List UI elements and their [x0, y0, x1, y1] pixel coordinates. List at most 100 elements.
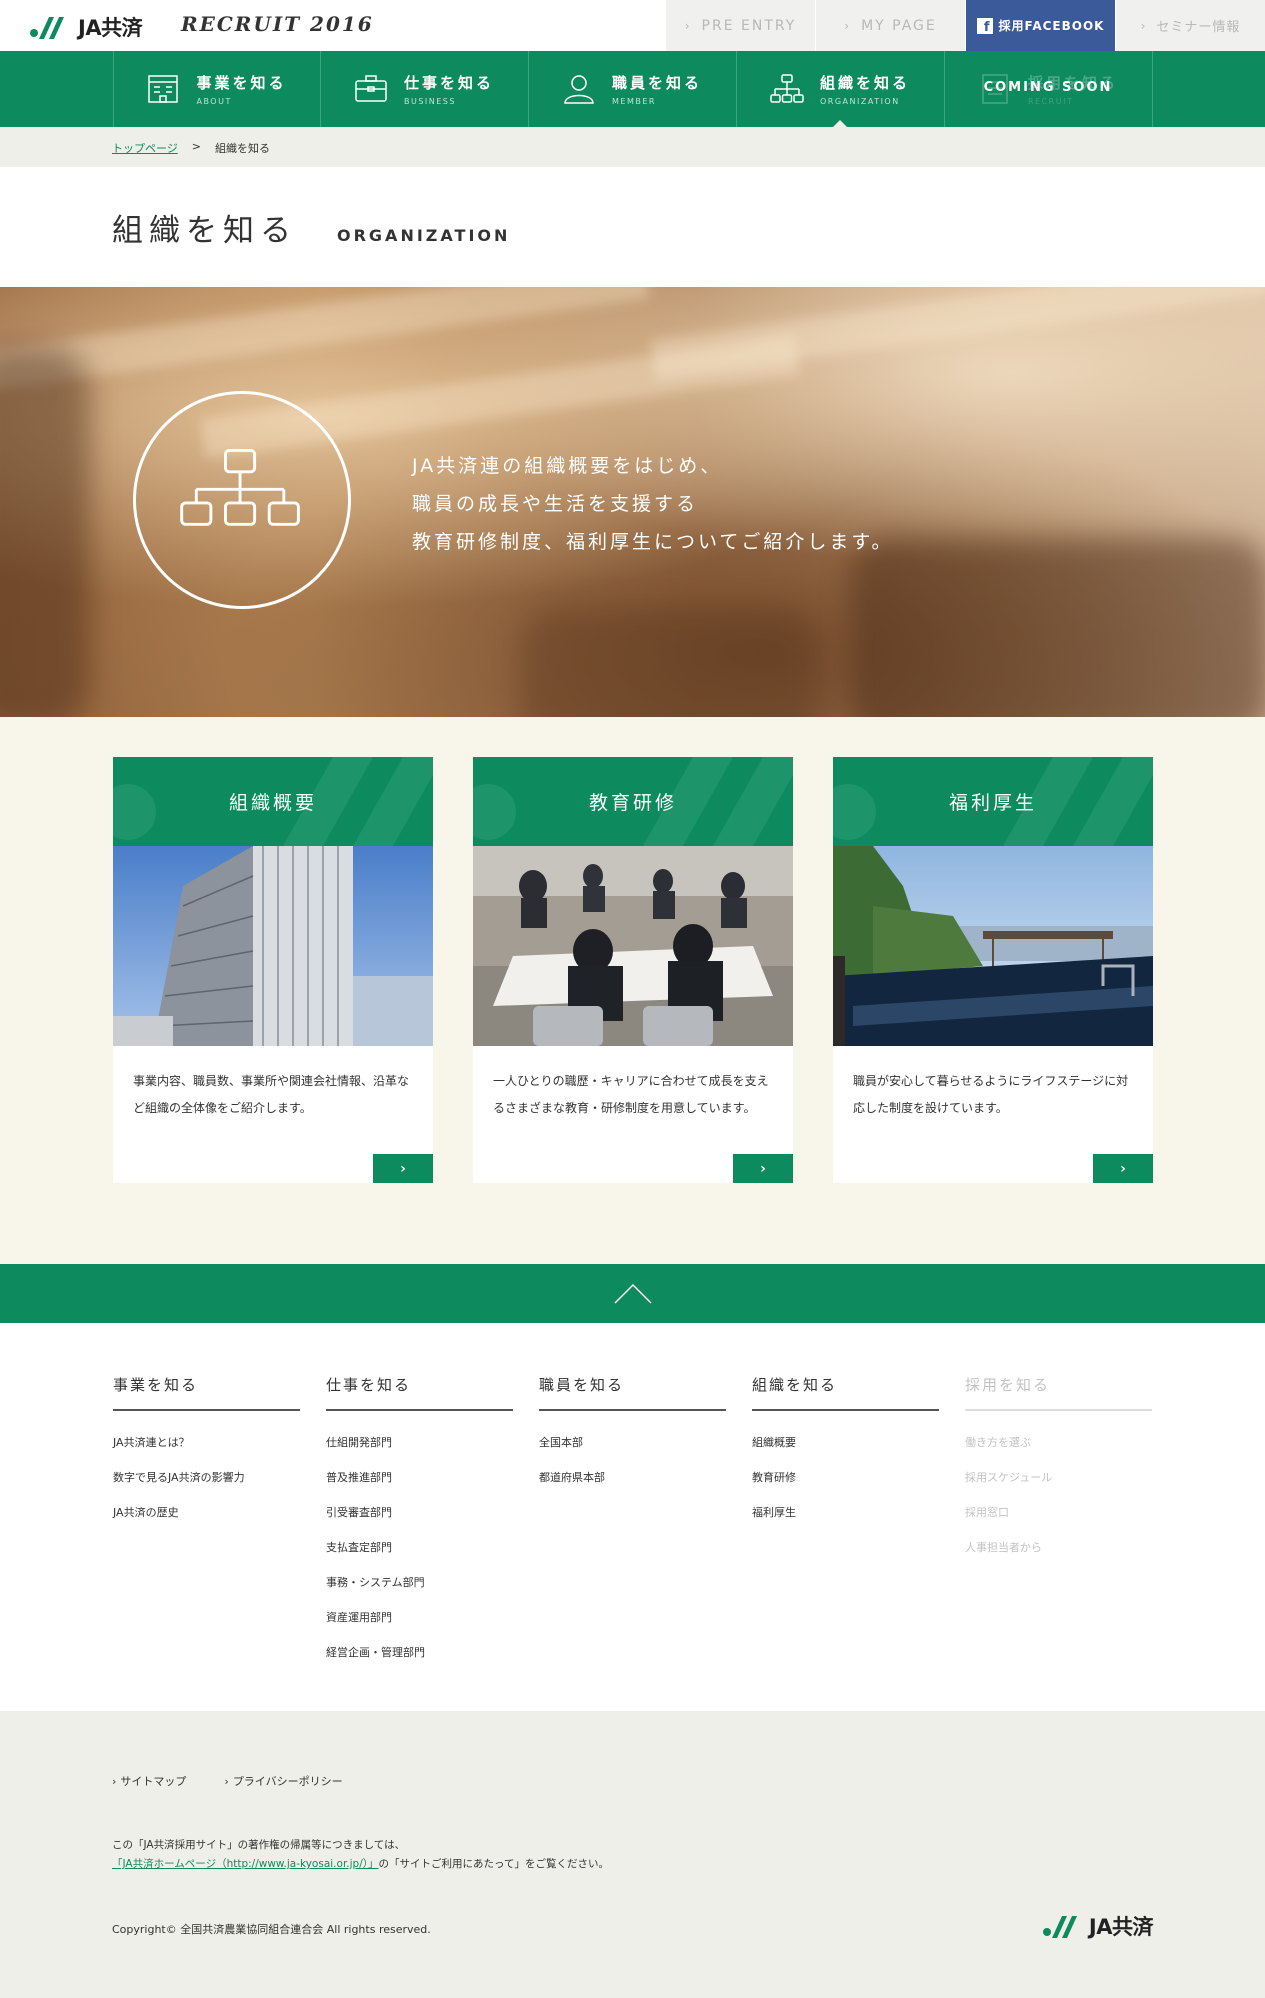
sitemap-heading[interactable]: 仕事を知る: [326, 1374, 513, 1411]
sitemap-col-about: 事業を知る JA共済連とは？ 数字で見るJA共済の影響力 JA共済の歴史: [113, 1374, 300, 1540]
card-welfare[interactable]: 福利厚生 職員が安心して暮らせるようにライフステージに対応した制度を設けています…: [833, 757, 1153, 1183]
sitemap-link[interactable]: 事務・システム部門: [326, 1575, 513, 1610]
hero-line: 教育研修制度、福利厚生についてご紹介します。: [412, 531, 894, 553]
page-title-ja: 組織を知る: [112, 213, 297, 249]
seminar-link[interactable]: › セミナー情報: [1115, 0, 1265, 51]
sitemap-link[interactable]: 資産運用部門: [326, 1610, 513, 1645]
chevron-right-icon: ›: [844, 18, 852, 33]
sitemap-link[interactable]: 支払査定部門: [326, 1540, 513, 1575]
privacy-policy-link[interactable]: › プライバシーポリシー: [224, 1773, 342, 1789]
ja-logo-icon: [30, 17, 64, 39]
nav-sublabel: RECRUIT: [1027, 97, 1074, 106]
sitemap-col-business: 仕事を知る 仕組開発部門 普及推進部門 引受審査部門 支払査定部門 事務・システ…: [326, 1374, 513, 1680]
sitemap-heading[interactable]: 事業を知る: [113, 1374, 300, 1411]
sitemap-col-organization: 組織を知る 組織概要 教育研修 福利厚生: [752, 1374, 939, 1540]
ja-kyosai-homepage-link[interactable]: 「JA共済ホームページ（http://www.ja-kyosai.or.jp/）…: [112, 1858, 379, 1870]
copyright-note: この「JA共済採用サイト」の著作権の帰属等につきましては、 「JA共済ホームペー…: [112, 1836, 609, 1874]
card-description: 事業内容、職員数、事業所や関連会社情報、沿革など組織の全体像をご紹介します。: [133, 1074, 410, 1115]
footer-sitemap: 事業を知る JA共済連とは？ 数字で見るJA共済の影響力 JA共済の歴史 仕事を…: [0, 1323, 1265, 1711]
nav-item-recruit: 採用を知る RECRUIT COMING SOON: [945, 51, 1153, 127]
sitemap-link[interactable]: JA共済の歴史: [113, 1505, 300, 1540]
hero-copy: JA共済連の組織概要をはじめ、 職員の成長や生活を支援する 教育研修制度、福利厚…: [412, 447, 894, 561]
footer-link-label: プライバシーポリシー: [232, 1775, 343, 1788]
card-description: 一人ひとりの職歴・キャリアに合わせて成長を支えるさまざまな教育・研修制度を用意し…: [493, 1074, 769, 1115]
chevron-right-icon: ›: [1120, 1160, 1126, 1177]
sitemap-heading[interactable]: 職員を知る: [539, 1374, 726, 1411]
sitemap-link-disabled: 人事担当者から: [965, 1541, 1042, 1554]
sitemap-link[interactable]: 組織概要: [752, 1435, 939, 1470]
sitemap-link[interactable]: JA共済連とは？: [113, 1435, 300, 1470]
utility-nav: › PRE ENTRY › MY PAGE f 採用FACEBOOK › セミナ…: [665, 0, 1265, 51]
logo-text: JA共済: [78, 16, 143, 40]
card-header: 教育研修: [473, 757, 793, 846]
card-header: 組織概要: [113, 757, 433, 846]
person-icon: [564, 75, 594, 104]
sitemap-link[interactable]: 全国本部: [539, 1435, 726, 1470]
card-description: 職員が安心して暮らせるようにライフステージに対応した制度を設けています。: [853, 1074, 1129, 1115]
chevron-right-icon: ›: [112, 1775, 117, 1788]
breadcrumb: トップページ > 組織を知る: [0, 127, 1265, 167]
sitemap-link[interactable]: 数字で見るJA共済の影響力: [113, 1470, 300, 1505]
sitemap-link[interactable]: 経営企画・管理部門: [326, 1645, 513, 1680]
org-chart-icon: [180, 448, 300, 526]
nav-item-member[interactable]: 職員を知る MEMBER: [529, 51, 737, 127]
my-page-link[interactable]: › MY PAGE: [815, 0, 965, 51]
category-cards: 組織概要 事業内容、職員数、事業所や関連会社情報、沿革など組織の全体像をご紹介し…: [0, 717, 1265, 1264]
sitemap-link[interactable]: › サイトマップ: [112, 1773, 186, 1789]
chevron-right-icon: ›: [684, 18, 692, 33]
hero-banner: JA共済連の組織概要をはじめ、 職員の成長や生活を支援する 教育研修制度、福利厚…: [0, 287, 1265, 717]
card-header: 福利厚生: [833, 757, 1153, 846]
nav-item-business[interactable]: 仕事を知る BUSINESS: [321, 51, 529, 127]
facebook-link[interactable]: f 採用FACEBOOK: [965, 0, 1115, 51]
hero-line: JA共済連の組織概要をはじめ、: [412, 455, 723, 477]
card-arrow-button[interactable]: ›: [1093, 1154, 1153, 1183]
seminar-label: セミナー情報: [1156, 20, 1241, 35]
hero-bg-shadow: [850, 537, 1265, 717]
card-arrow-button[interactable]: ›: [373, 1154, 433, 1183]
chevron-right-icon: ›: [400, 1160, 406, 1177]
chevron-right-icon: ›: [760, 1160, 766, 1177]
card-title: 福利厚生: [948, 792, 1037, 814]
ja-logo-icon: [1042, 1916, 1077, 1938]
hero-bg-shadow: [520, 607, 820, 717]
briefcase-icon: [355, 75, 387, 102]
sitemap-heading: 採用を知る: [965, 1374, 1152, 1411]
sitemap-link[interactable]: 仕組開発部門: [326, 1435, 513, 1470]
sitemap-link[interactable]: 普及推進部門: [326, 1470, 513, 1505]
breadcrumb-current: 組織を知る: [215, 142, 270, 155]
note-line: の「サイトご利用にあたって」をご覧ください。: [378, 1858, 609, 1870]
card-arrow-button[interactable]: ›: [733, 1154, 793, 1183]
org-chart-icon: [770, 74, 804, 103]
nav-label: 組織を知る: [819, 74, 910, 92]
sitemap-link[interactable]: 福利厚生: [752, 1505, 939, 1540]
breadcrumb-separator: >: [191, 140, 201, 153]
facebook-icon: f: [976, 17, 993, 34]
card-title: 教育研修: [588, 792, 677, 814]
nav-item-about[interactable]: 事業を知る ABOUT: [112, 51, 321, 127]
hero-icon-circle: [133, 391, 351, 609]
page-top-button[interactable]: [0, 1264, 1265, 1323]
nav-sublabel: ABOUT: [196, 97, 232, 106]
facebook-label: 採用FACEBOOK: [998, 19, 1105, 33]
nav-sublabel: MEMBER: [611, 97, 656, 106]
pre-entry-link[interactable]: › PRE ENTRY: [665, 0, 815, 51]
ja-kyosai-logo[interactable]: JA共済: [30, 12, 143, 42]
sitemap-link[interactable]: 教育研修: [752, 1470, 939, 1505]
nav-label: 職員を知る: [611, 74, 702, 92]
sitemap-heading[interactable]: 組織を知る: [752, 1374, 939, 1411]
card-training[interactable]: 教育研修 一人ひとりの職歴・キャリアに合わせて成長を支えるさまざまな教育・研修制…: [473, 757, 793, 1183]
hero-line: 職員の成長や生活を支援する: [412, 493, 699, 515]
sitemap-link[interactable]: 引受審査部門: [326, 1505, 513, 1540]
card-organization-overview[interactable]: 組織概要 事業内容、職員数、事業所や関連会社情報、沿革など組織の全体像をご紹介し…: [113, 757, 433, 1183]
footer: › サイトマップ › プライバシーポリシー この「JA共済採用サイト」の著作権の帰属…: [0, 1711, 1265, 1998]
sitemap-col-recruit: 採用を知る 働き方を選ぶ 採用スケジュール 採用窓口 人事担当者から: [965, 1374, 1152, 1575]
breadcrumb-home-link[interactable]: トップページ: [112, 140, 178, 156]
note-line: この「JA共済採用サイト」の著作権の帰属等につきましては、: [112, 1839, 406, 1851]
footer-logo[interactable]: JA共済: [1042, 1911, 1154, 1941]
nav-item-organization[interactable]: 組織を知る ORGANIZATION: [737, 51, 945, 127]
copyright-text: Copyright© 全国共済農業協同組合連合会 All rights rese…: [112, 1923, 431, 1936]
nav-label: 事業を知る: [196, 74, 287, 92]
resort-pool-image: [833, 846, 1153, 1046]
sitemap-link[interactable]: 都道府県本部: [539, 1470, 726, 1505]
page-title-en: ORGANIZATION: [337, 226, 511, 245]
